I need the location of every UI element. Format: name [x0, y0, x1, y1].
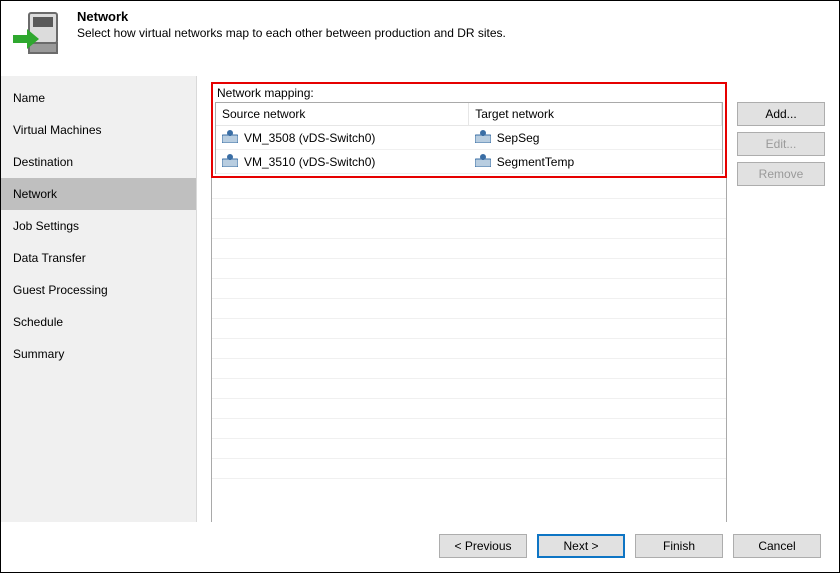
mapping-label: Network mapping: [215, 86, 723, 100]
previous-button[interactable]: < Previous [439, 534, 527, 558]
sidebar-item-job-settings[interactable]: Job Settings [1, 210, 196, 242]
sidebar-item-data-transfer[interactable]: Data Transfer [1, 242, 196, 274]
source-network-value: VM_3510 (vDS-Switch0) [244, 155, 375, 169]
wizard-steps-sidebar: Name Virtual Machines Destination Networ… [1, 76, 197, 546]
add-button[interactable]: Add... [737, 102, 825, 126]
source-network-value: VM_3508 (vDS-Switch0) [244, 131, 375, 145]
sidebar-item-name[interactable]: Name [1, 82, 196, 114]
target-network-value: SegmentTemp [497, 155, 574, 169]
wizard-footer: < Previous Next > Finish Cancel [1, 522, 839, 572]
network-switch-icon [475, 129, 491, 146]
network-mapping-table[interactable]: Source network Target network VM_3 [216, 103, 722, 174]
sidebar-item-schedule[interactable]: Schedule [1, 306, 196, 338]
sidebar-item-destination[interactable]: Destination [1, 146, 196, 178]
sidebar-item-network[interactable]: Network [1, 178, 196, 210]
sidebar-item-guest-processing[interactable]: Guest Processing [1, 274, 196, 306]
sidebar-item-virtual-machines[interactable]: Virtual Machines [1, 114, 196, 146]
wizard-header: Network Select how virtual networks map … [1, 1, 839, 76]
next-button[interactable]: Next > [537, 534, 625, 558]
remove-button: Remove [737, 162, 825, 186]
target-network-value: SepSeg [497, 131, 540, 145]
page-subtitle: Select how virtual networks map to each … [77, 26, 506, 40]
network-wizard-icon [11, 9, 63, 64]
sidebar-item-summary[interactable]: Summary [1, 338, 196, 370]
table-row[interactable]: VM_3510 (vDS-Switch0) SegmentTemp [216, 150, 722, 174]
finish-button[interactable]: Finish [635, 534, 723, 558]
col-source-network[interactable]: Source network [216, 103, 469, 126]
edit-button: Edit... [737, 132, 825, 156]
network-switch-icon [222, 129, 238, 146]
highlight-annotation: Network mapping: Source network Target n… [211, 82, 727, 178]
col-target-network[interactable]: Target network [469, 103, 722, 126]
network-switch-icon [475, 153, 491, 170]
page-title: Network [77, 9, 506, 24]
network-switch-icon [222, 153, 238, 170]
table-row[interactable]: VM_3508 (vDS-Switch0) SepSeg [216, 126, 722, 150]
cancel-button[interactable]: Cancel [733, 534, 821, 558]
